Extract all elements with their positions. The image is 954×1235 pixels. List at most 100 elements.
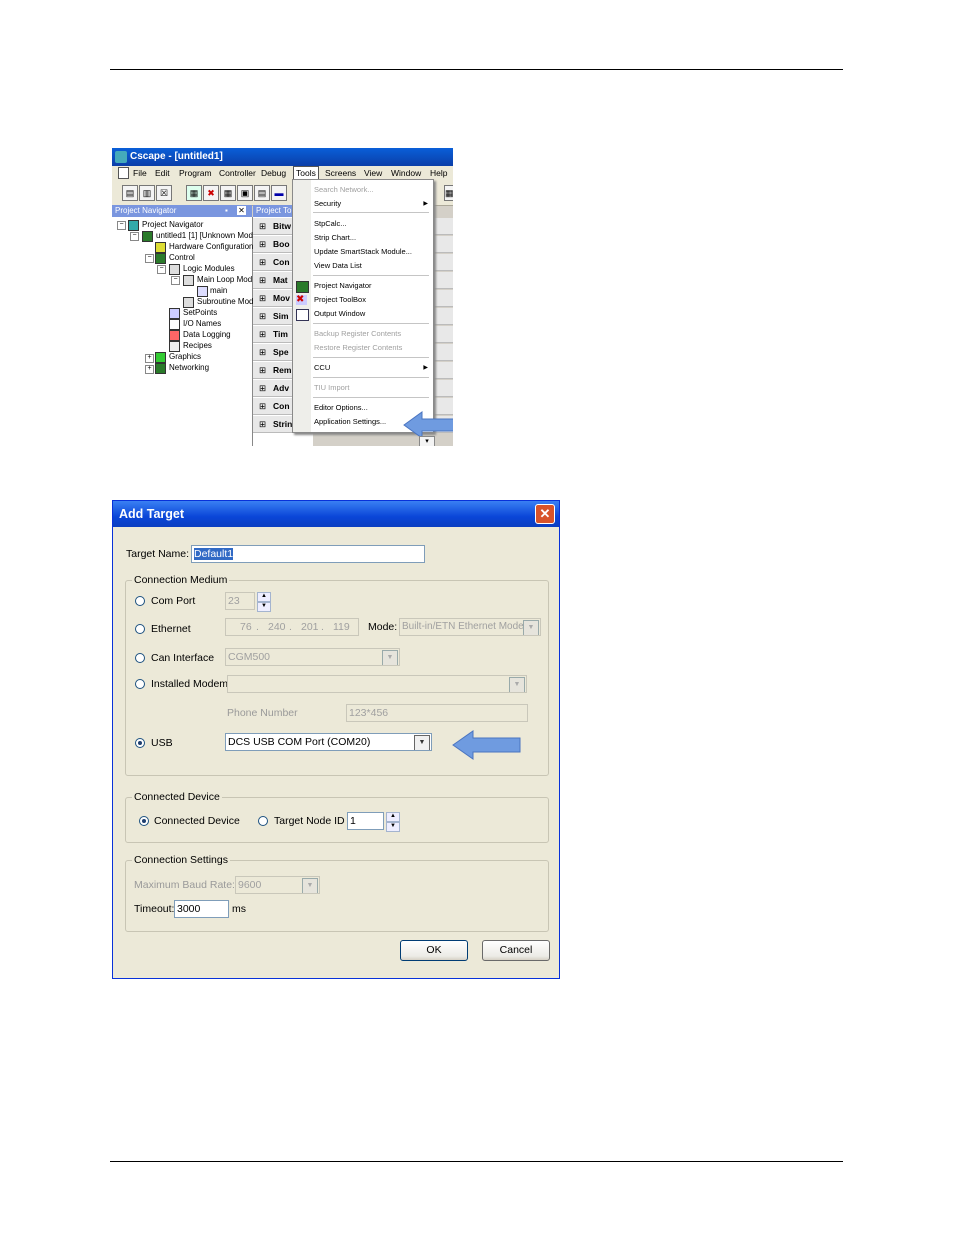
- menu-item-view-data-list[interactable]: View Data List: [314, 261, 362, 270]
- navigator-header: Project Navigator ▪ ✕: [112, 205, 252, 217]
- menu-controller[interactable]: Controller: [219, 168, 256, 178]
- expand-icon[interactable]: +: [145, 354, 154, 363]
- project-navigator-icon: [296, 281, 309, 293]
- tree-node[interactable]: untitled1 [1] [Unknown Mod: [156, 231, 253, 240]
- ip-address-input[interactable]: 76 . 240 . 201 . 119: [225, 618, 359, 636]
- menu-screens[interactable]: Screens: [325, 168, 356, 178]
- target-node-radio[interactable]: [258, 816, 268, 826]
- menu-item-stpcalc[interactable]: StpCalc...: [314, 219, 347, 228]
- collapse-icon[interactable]: −: [157, 265, 166, 274]
- expand-icon[interactable]: +: [145, 365, 154, 374]
- timeout-input[interactable]: 3000: [174, 900, 229, 918]
- menu-debug[interactable]: Debug: [261, 168, 286, 178]
- chevron-down-icon[interactable]: ▼: [382, 650, 398, 665]
- menu-program[interactable]: Program: [179, 168, 212, 178]
- baud-rate-select[interactable]: 9600 ▼: [235, 876, 320, 894]
- preview-icon[interactable]: ▥: [139, 185, 155, 201]
- installed-modem-radio[interactable]: [135, 679, 145, 689]
- menu-view[interactable]: View: [364, 168, 382, 178]
- collapse-icon[interactable]: −: [145, 254, 154, 263]
- ip-octet-3: 201: [301, 621, 319, 633]
- tree-node[interactable]: Data Logging: [183, 330, 231, 339]
- menu-item-security[interactable]: Security: [314, 199, 341, 208]
- tree-node[interactable]: Subroutine Mod: [197, 297, 253, 306]
- installed-modem-select[interactable]: ▼: [227, 675, 527, 693]
- menu-item-strip-chart[interactable]: Strip Chart...: [314, 233, 356, 242]
- scroll-down-icon[interactable]: ▾: [419, 436, 435, 446]
- collapse-icon[interactable]: −: [117, 221, 126, 230]
- menu-separator: [313, 397, 429, 398]
- dialog-title: Add Target: [119, 507, 185, 521]
- usb-port-select[interactable]: DCS USB COM Port (COM20) ▼: [225, 733, 432, 751]
- menu-item-project-navigator[interactable]: Project Navigator: [314, 281, 372, 290]
- tree-node[interactable]: Graphics: [169, 352, 201, 361]
- controller-icon: [142, 231, 153, 242]
- list-icon[interactable]: ▤: [254, 185, 270, 201]
- menu-window[interactable]: Window: [391, 168, 421, 178]
- menu-tools[interactable]: Tools: [293, 166, 319, 180]
- cscape-app-icon: [115, 151, 127, 163]
- com-port-radio[interactable]: [135, 596, 145, 606]
- chevron-down-icon[interactable]: ▼: [523, 620, 539, 635]
- com-port-input[interactable]: 23: [225, 592, 255, 610]
- document-icon[interactable]: [118, 167, 129, 179]
- menu-item-ccu[interactable]: CCU: [314, 363, 330, 372]
- ethernet-radio[interactable]: [135, 624, 145, 634]
- grid-icon[interactable]: ▦: [220, 185, 236, 201]
- ok-button[interactable]: OK: [400, 940, 468, 961]
- collapse-icon[interactable]: −: [130, 232, 139, 241]
- tree-node[interactable]: Networking: [169, 363, 209, 372]
- can-interface-select[interactable]: CGM500 ▼: [225, 648, 400, 666]
- toolbar-overflow-icon[interactable]: ▦: [444, 185, 453, 201]
- pin-icon[interactable]: ▪: [225, 206, 228, 215]
- toolbox-icon[interactable]: ✖: [203, 185, 219, 201]
- chevron-down-icon[interactable]: ▼: [509, 677, 525, 692]
- tree-node[interactable]: I/O Names: [183, 319, 221, 328]
- tree-node[interactable]: Recipes: [183, 341, 212, 350]
- data-logging-icon: [169, 330, 180, 341]
- output-window-icon[interactable]: ▬: [271, 185, 287, 201]
- tree-node[interactable]: Main Loop Mod: [197, 275, 252, 284]
- phone-number-input[interactable]: 123*456: [346, 704, 528, 722]
- tree-node[interactable]: Control: [169, 253, 195, 262]
- print-icon[interactable]: ▤: [122, 185, 138, 201]
- tree-node[interactable]: Logic Modules: [183, 264, 235, 273]
- panel-close-icon[interactable]: ✕: [237, 206, 246, 215]
- cancel-button[interactable]: Cancel: [482, 940, 550, 961]
- menu-item-application-settings[interactable]: Application Settings...: [314, 417, 386, 426]
- menu-item-search-network: Search Network...: [314, 185, 374, 194]
- tree-node[interactable]: SetPoints: [183, 308, 217, 317]
- can-interface-radio[interactable]: [135, 653, 145, 663]
- target-name-input[interactable]: Default1: [191, 545, 425, 563]
- menu-edit[interactable]: Edit: [155, 168, 170, 178]
- delete-icon[interactable]: ☒: [156, 185, 172, 201]
- tree-node[interactable]: Project Navigator: [142, 220, 203, 229]
- connected-device-radio[interactable]: [139, 816, 149, 826]
- chevron-down-icon[interactable]: ▼: [414, 735, 430, 750]
- menu-item-project-toolbox[interactable]: Project ToolBox: [314, 295, 366, 304]
- menu-item-output-window[interactable]: Output Window: [314, 309, 365, 318]
- window-title: Cscape - [untitled1]: [130, 151, 223, 162]
- menu-help[interactable]: Help: [430, 168, 447, 178]
- menu-file[interactable]: File: [133, 168, 147, 178]
- usb-radio[interactable]: [135, 738, 145, 748]
- menu-item-editor-options[interactable]: Editor Options...: [314, 403, 368, 412]
- close-icon[interactable]: ✕: [535, 504, 555, 524]
- target-node-input[interactable]: 1: [347, 812, 384, 830]
- tools-dropdown-menu: Search Network... Security ▶ StpCalc... …: [292, 179, 434, 433]
- networking-icon: [155, 363, 166, 374]
- com-port-spinner[interactable]: ▲ ▼: [257, 592, 271, 612]
- navigator-icon[interactable]: ▦: [186, 185, 202, 201]
- menu-gutter: [293, 180, 311, 432]
- collapse-icon[interactable]: −: [171, 276, 180, 285]
- timeout-unit: ms: [232, 903, 246, 915]
- target-node-spinner[interactable]: ▲ ▼: [386, 812, 400, 832]
- menu-item-update-smartstack[interactable]: Update SmartStack Module...: [314, 247, 412, 256]
- module-icon[interactable]: ▣: [237, 185, 253, 201]
- tree-node[interactable]: main: [210, 286, 227, 295]
- setpoints-icon: [169, 308, 180, 319]
- mode-select[interactable]: Built-in/ETN Ethernet Mode ▼: [399, 618, 541, 636]
- header-rule: [110, 69, 843, 70]
- tree-node[interactable]: Hardware Configuration: [169, 242, 254, 251]
- chevron-down-icon[interactable]: ▼: [302, 878, 318, 893]
